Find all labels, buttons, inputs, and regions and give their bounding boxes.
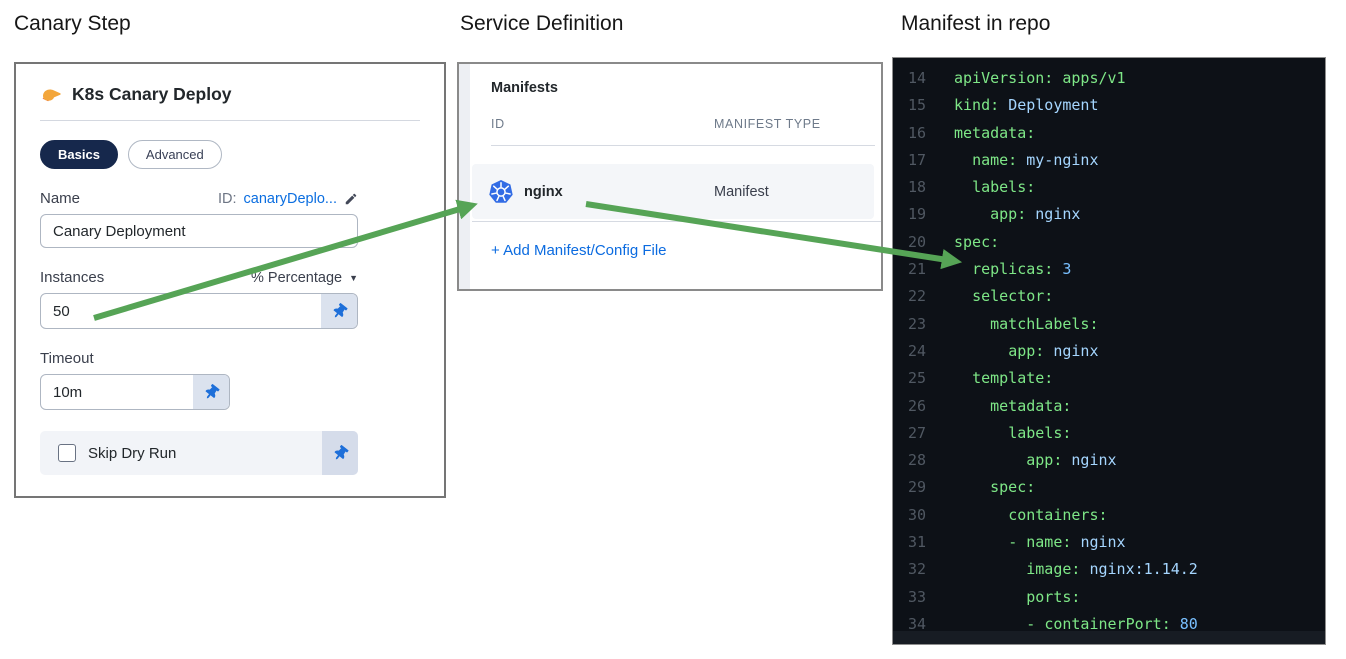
heading-canary-step: Canary Step [14, 12, 131, 35]
code-line: 22 selector: [907, 287, 1054, 306]
step-title: K8s Canary Deploy [72, 84, 232, 104]
skip-dry-run-label: Skip Dry Run [88, 444, 177, 462]
add-manifest-link[interactable]: + Add Manifest/Config File [491, 242, 667, 259]
code-line: 23 matchLabels: [907, 314, 1099, 333]
code-line: 26 metadata: [907, 396, 1072, 415]
skip-dry-run-checkbox[interactable] [58, 444, 76, 462]
code-line: 29 spec: [907, 478, 1036, 497]
code-line: 18 labels: [907, 178, 1036, 197]
skip-dry-run-row: Skip Dry Run [40, 431, 358, 475]
code-line: 30 containers: [907, 505, 1108, 524]
code-line: 25 template: [907, 369, 1054, 388]
instances-input[interactable]: 50 [41, 294, 321, 328]
code-line: 31 - name: nginx [907, 533, 1126, 552]
code-line: 32 image: nginx:1.14.2 [907, 560, 1198, 579]
timeout-input-group: 10m [40, 374, 230, 410]
edit-pencil-icon[interactable] [344, 192, 358, 206]
code-lines: 14 apiVersion: apps/v1 15 kind: Deployment 1… [893, 65, 1325, 638]
code-line: 20 spec: [907, 232, 1000, 251]
tab-row: Basics Advanced [40, 140, 420, 169]
manifest-id-cell: nginx [524, 183, 563, 200]
column-header-id: ID [491, 117, 505, 131]
pin-icon [333, 302, 348, 317]
kubernetes-icon [488, 179, 514, 205]
skip-dry-run-runtime-pin-button[interactable] [322, 431, 358, 475]
canary-step-panel: K8s Canary Deploy Basics Advanced Name I… [14, 62, 446, 498]
name-label: Name [40, 190, 81, 207]
divider [491, 145, 875, 146]
instances-unit-dropdown[interactable]: % Percentage ▼ [251, 270, 358, 286]
code-line: 21 replicas: 3 [907, 260, 1072, 279]
timeout-input[interactable]: 10m [41, 375, 193, 409]
heading-manifest-in-repo: Manifest in repo [901, 12, 1051, 35]
instances-input-group: 50 [40, 293, 358, 329]
code-line: 24 app: nginx [907, 341, 1099, 360]
manifest-table-row[interactable]: nginx Manifest [472, 164, 874, 219]
step-id-link[interactable]: canaryDeplo... [244, 191, 338, 207]
step-title-row: K8s Canary Deploy [40, 84, 420, 105]
pin-icon [334, 444, 349, 459]
id-prefix: ID: [217, 190, 237, 207]
code-line: 28 app: nginx [907, 451, 1117, 470]
manifest-type-cell: Manifest [714, 183, 769, 200]
canary-bird-icon [40, 85, 62, 105]
name-input[interactable] [40, 214, 358, 248]
instances-label: Instances [40, 269, 105, 286]
column-header-manifest-type: MANIFEST TYPE [714, 117, 821, 131]
code-line: 19 app: nginx [907, 205, 1081, 224]
code-line: 16 metadata: [907, 123, 1036, 142]
divider [472, 221, 881, 222]
tab-basics[interactable]: Basics [40, 140, 118, 169]
editor-scrollbar-strip[interactable] [893, 631, 1325, 644]
timeout-runtime-pin-button[interactable] [193, 375, 229, 409]
manifests-title: Manifests [491, 80, 558, 96]
panel-left-strip [459, 64, 470, 289]
instances-unit-label: % Percentage [250, 269, 343, 286]
manifest-code-editor[interactable]: 14 apiVersion: apps/v1 15 kind: Deployment 1… [892, 57, 1326, 645]
code-line: 33 ports: [907, 587, 1081, 606]
heading-service-definition: Service Definition [460, 12, 624, 35]
tab-advanced[interactable]: Advanced [127, 140, 222, 169]
code-line: 14 apiVersion: apps/v1 [907, 69, 1126, 87]
code-line: 15 kind: Deployment [907, 96, 1099, 115]
timeout-label: Timeout [40, 350, 94, 367]
code-line: 17 name: my-nginx [907, 150, 1099, 169]
instances-runtime-pin-button[interactable] [321, 294, 357, 328]
service-definition-panel: Manifests ID MANIFEST TYPE nginx Manifes… [457, 62, 883, 291]
divider [40, 120, 420, 121]
code-line: 27 labels: [907, 423, 1072, 442]
pin-icon [205, 383, 220, 398]
chevron-down-icon: ▼ [349, 272, 358, 283]
